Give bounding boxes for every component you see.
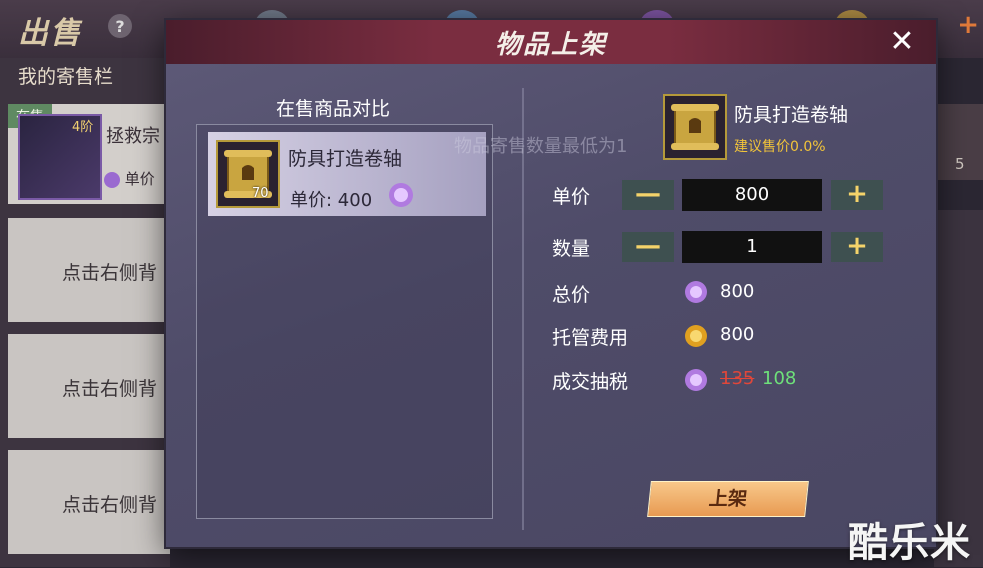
gold-coin-icon	[684, 324, 708, 348]
total-price-value: 800	[720, 281, 755, 302]
scroll-icon	[663, 94, 727, 160]
item-count: 70	[252, 186, 269, 201]
compare-heading: 在售商品对比	[276, 98, 391, 120]
unit-price-input[interactable]: 800	[682, 179, 822, 211]
tax-original-value: 135	[720, 368, 755, 389]
watermark-logo: 酷乐米	[848, 520, 971, 566]
compare-unit-price: 单价: 400	[290, 190, 373, 211]
screen-title: 出售	[18, 16, 82, 51]
item-level: 4阶	[72, 120, 94, 135]
transaction-tax-label: 成交抽税	[552, 371, 629, 393]
list-item-button[interactable]: 上架	[647, 481, 809, 517]
total-price-label: 总价	[552, 284, 591, 306]
custody-fee-value: 800	[720, 324, 755, 345]
list-item-dialog: 物品上架 ✕ 在售商品对比 70 防具打造卷轴 单价: 400 物品寄售数量最低…	[166, 20, 936, 547]
dialog-header: 物品上架	[166, 20, 936, 64]
tax-discounted-value: 108	[762, 368, 797, 389]
min-quantity-hint: 物品寄售数量最低为1	[454, 136, 628, 157]
unit-price-plus-button[interactable]: +	[831, 180, 883, 210]
suggested-price: 建议售价0.0%	[734, 139, 826, 155]
gem-icon	[104, 171, 120, 188]
detail-item-name: 防具打造卷轴	[734, 104, 849, 126]
bag-item-count: 5	[955, 155, 965, 173]
scroll-icon	[216, 140, 280, 208]
slot-price-text: 单价	[124, 170, 155, 188]
help-button[interactable]: ?	[108, 14, 132, 38]
purple-gem-icon	[684, 280, 708, 304]
slot-price-label: 单价	[104, 168, 155, 189]
add-currency-button[interactable]: +	[957, 10, 979, 40]
custody-fee-label: 托管费用	[552, 327, 629, 349]
purple-gem-icon	[684, 368, 708, 392]
dialog-title: 物品上架	[494, 29, 607, 60]
quantity-minus-button[interactable]: —	[622, 232, 674, 262]
slot-item-name: 拯救宗	[106, 126, 160, 147]
empty-slot-hint: 点击右侧背	[62, 378, 158, 400]
compare-item-name: 防具打造卷轴	[288, 148, 403, 170]
empty-slot-hint: 点击右侧背	[62, 262, 158, 284]
purple-gem-icon	[388, 182, 414, 208]
quantity-plus-button[interactable]: +	[831, 232, 883, 262]
close-icon[interactable]: ✕	[886, 26, 918, 58]
quantity-input[interactable]: 1	[682, 231, 822, 263]
my-consignment-title: 我的寄售栏	[18, 66, 114, 88]
quantity-label: 数量	[552, 238, 591, 260]
unit-price-label: 单价	[552, 186, 591, 208]
unit-price-minus-button[interactable]: —	[622, 180, 674, 210]
empty-slot-hint: 点击右侧背	[62, 494, 158, 516]
